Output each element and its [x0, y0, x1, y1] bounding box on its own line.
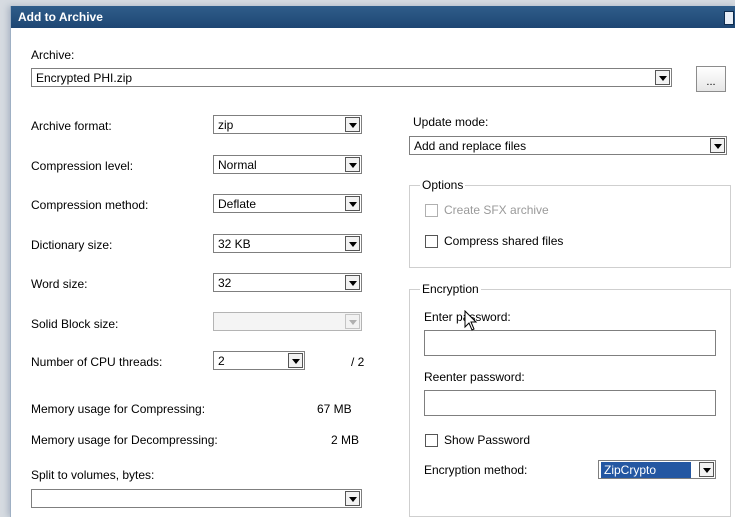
cpu-threads-value: 2 [218, 354, 225, 368]
memory-decompress-value: 2 MB [331, 433, 360, 447]
title-bar[interactable]: Add to Archive [11, 6, 735, 28]
encryption-method-value: ZipCrypto [601, 462, 691, 478]
chevron-down-icon[interactable] [699, 462, 714, 477]
create-sfx-checkbox [425, 204, 438, 217]
chevron-down-icon [345, 314, 360, 329]
split-volumes-label: Split to volumes, bytes: [31, 468, 155, 482]
create-sfx-label: Create SFX archive [444, 203, 549, 217]
compression-method-value: Deflate [218, 197, 257, 211]
archive-path-value: Encrypted PHI.zip [36, 71, 133, 85]
dictionary-size-select[interactable]: 32 KB [213, 234, 362, 253]
show-password-label[interactable]: Show Password [444, 433, 530, 447]
encryption-group-title: Encryption [420, 282, 481, 296]
compress-shared-label[interactable]: Compress shared files [444, 234, 563, 248]
word-size-label: Word size: [31, 277, 88, 291]
compression-method-select[interactable]: Deflate [213, 194, 362, 213]
archive-format-select[interactable]: zip [213, 115, 362, 134]
memory-compress-value: 67 MB [317, 402, 352, 416]
archive-path-combo[interactable]: Encrypted PHI.zip [31, 68, 672, 87]
reenter-password-label: Reenter password: [424, 370, 525, 384]
chevron-down-icon[interactable] [345, 236, 360, 251]
chevron-down-icon[interactable] [288, 353, 303, 368]
memory-compress-label: Memory usage for Compressing: [31, 402, 206, 416]
browse-button-label: ... [706, 76, 716, 88]
solid-block-size-label: Solid Block size: [31, 317, 119, 331]
word-size-select[interactable]: 32 [213, 273, 362, 292]
chevron-down-icon[interactable] [345, 157, 360, 172]
word-size-value: 32 [218, 276, 232, 290]
maximize-icon[interactable] [724, 11, 734, 25]
memory-decompress-label: Memory usage for Decompressing: [31, 433, 218, 447]
split-volumes-combo[interactable] [31, 489, 362, 508]
encryption-method-select[interactable]: ZipCrypto [598, 460, 716, 479]
add-to-archive-dialog: Add to Archive Archive: Encrypted PHI.zi… [10, 6, 735, 517]
cpu-threads-max: / 2 [351, 355, 365, 369]
chevron-down-icon[interactable] [345, 196, 360, 211]
archive-format-value: zip [218, 118, 234, 132]
reenter-password-input[interactable] [424, 390, 716, 416]
chevron-down-icon[interactable] [345, 491, 360, 506]
archive-format-label: Archive format: [31, 119, 112, 133]
dictionary-size-label: Dictionary size: [31, 238, 113, 252]
dictionary-size-value: 32 KB [218, 237, 251, 251]
browse-button[interactable]: ... [696, 66, 726, 92]
update-mode-value: Add and replace files [414, 139, 527, 153]
chevron-down-icon[interactable] [655, 70, 670, 85]
dialog-body: Archive: Encrypted PHI.zip ... Archive f… [11, 28, 735, 517]
cpu-threads-select[interactable]: 2 [213, 351, 305, 370]
compression-level-label: Compression level: [31, 159, 134, 173]
archive-label: Archive: [31, 48, 75, 62]
compress-shared-checkbox[interactable] [425, 235, 438, 248]
window-title: Add to Archive [18, 10, 103, 24]
chevron-down-icon[interactable] [710, 138, 725, 153]
compression-level-select[interactable]: Normal [213, 155, 362, 174]
enter-password-input[interactable] [424, 330, 716, 356]
chevron-down-icon[interactable] [345, 275, 360, 290]
encryption-method-label: Encryption method: [424, 463, 528, 477]
update-mode-select[interactable]: Add and replace files [409, 136, 727, 155]
options-group [409, 185, 731, 268]
compression-method-label: Compression method: [31, 198, 149, 212]
compression-level-value: Normal [218, 158, 257, 172]
show-password-checkbox[interactable] [425, 434, 438, 447]
options-group-title: Options [420, 178, 466, 192]
update-mode-label: Update mode: [413, 115, 489, 129]
cpu-threads-label: Number of CPU threads: [31, 355, 163, 369]
solid-block-size-select [213, 312, 362, 331]
chevron-down-icon[interactable] [345, 117, 360, 132]
mouse-cursor-icon [464, 310, 478, 331]
